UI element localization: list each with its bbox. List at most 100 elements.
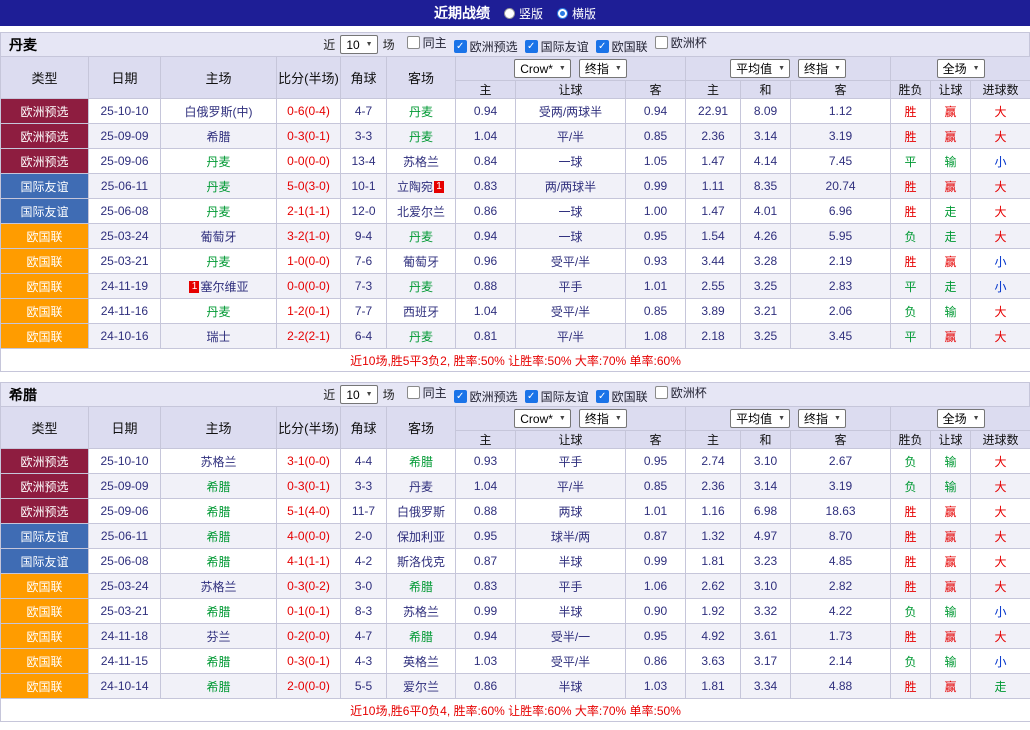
league-badge: 欧洲预选 [0, 498, 89, 524]
radio-selected-icon[interactable] [557, 7, 568, 19]
filter-checkbox-group: 同主 ✓ 欧洲预选 ✓ 国际友谊 ✓ 欧国联 欧洲杯 [400, 34, 707, 56]
match-row: 国际友谊 25-06-11 丹麦 5-0(3-0) 10-1 立陶宛 1 0.83 两/两球半 0… [0, 173, 1030, 199]
col-header-asia-home: 主 [455, 430, 516, 449]
checkbox-icon[interactable]: ✓ [453, 390, 467, 404]
asia-handicap-line: 受平/半 [515, 648, 626, 674]
checkbox-icon[interactable]: ✓ [524, 390, 538, 404]
checkbox-icon[interactable]: ✓ [595, 390, 609, 404]
checkbox-icon[interactable] [654, 385, 668, 399]
result-goals: 小 [970, 598, 1030, 624]
league-badge: 欧洲预选 [0, 123, 89, 149]
corner-score: 3-3 [340, 473, 387, 499]
home-team: 希腊 [160, 648, 277, 674]
checkbox-icon[interactable]: ✓ [595, 40, 609, 54]
games-count-select[interactable]: 10 ▼ [340, 35, 378, 54]
checkbox-icon[interactable]: ✓ [453, 40, 467, 54]
average-odds-select[interactable]: 平均值 ▼ [730, 409, 791, 428]
full-match-select[interactable]: 全场 ▼ [936, 409, 985, 428]
full-match-select[interactable]: 全场 ▼ [936, 59, 985, 78]
euro-draw-odds: 8.35 [740, 173, 792, 199]
euro-draw-odds: 3.14 [740, 123, 792, 149]
score: 0-3(0-1) [276, 648, 341, 674]
filter-checkbox[interactable]: ✓ 欧国联 [595, 388, 648, 405]
filter-checkbox[interactable]: ✓ 欧国联 [595, 38, 648, 55]
score: 0-1(0-1) [276, 598, 341, 624]
summary-row: 近10场,胜6平0负4, 胜率:60% 让胜率:60% 大率:70% 单率:50… [0, 698, 1030, 722]
result-goals: 大 [970, 223, 1030, 249]
col-header-asia-home: 主 [455, 80, 516, 99]
match-date: 24-10-16 [88, 323, 161, 349]
score: 4-0(0-0) [276, 523, 341, 549]
asia-home-odds: 1.04 [455, 298, 516, 324]
asia-final-odds-select[interactable]: 终指 ▼ [578, 59, 627, 78]
result-handicap: 输 [930, 448, 972, 474]
asia-final-odds-select[interactable]: 终指 ▼ [578, 409, 627, 428]
corner-score: 5-5 [340, 673, 387, 699]
filter-checkbox[interactable]: ✓ 欧洲预选 [453, 38, 518, 55]
league-badge: 欧国联 [0, 598, 89, 624]
checkbox-label: 国际友谊 [540, 40, 589, 55]
europe-odds-header: 平均值 ▼ 终指 ▼ [685, 406, 892, 431]
filter-checkbox[interactable]: 同主 [406, 34, 447, 51]
radio-icon[interactable] [503, 7, 515, 19]
corner-score: 3-3 [340, 123, 387, 149]
chevron-down-icon: ▼ [614, 415, 622, 422]
layout-radio-horizontal[interactable]: 横版 [557, 5, 596, 22]
match-row: 欧洲预选 25-09-06 希腊 5-1(4-0) 11-7 白俄罗斯 0.88 两球 1.01… [0, 498, 1030, 524]
chevron-down-icon: ▼ [972, 65, 980, 72]
filter-checkbox[interactable]: 同主 [406, 384, 447, 401]
filter-checkbox[interactable]: ✓ 欧洲预选 [453, 388, 518, 405]
europe-final-odds-select[interactable]: 终指 ▼ [798, 59, 846, 78]
asia-handicap-line: 两/两球半 [515, 173, 626, 199]
col-header-home: 主场 [160, 406, 277, 449]
match-date: 25-06-11 [88, 173, 161, 199]
bookmaker-select[interactable]: Crow* ▼ [514, 409, 571, 428]
match-date: 24-11-19 [88, 273, 161, 299]
euro-draw-odds: 3.28 [740, 248, 792, 274]
col-header-outcome: 胜负 [890, 80, 932, 99]
score: 3-1(0-0) [276, 448, 341, 474]
layout-radio-vertical[interactable]: 竖版 [503, 5, 543, 22]
checkbox-icon[interactable] [406, 35, 420, 49]
chevron-down-icon: ▼ [365, 41, 373, 48]
asia-away-odds: 0.99 [624, 173, 687, 199]
europe-final-odds-select[interactable]: 终指 ▼ [798, 409, 846, 428]
filter-checkbox[interactable]: ✓ 国际友谊 [524, 388, 589, 405]
checkbox-icon[interactable]: ✓ [524, 40, 538, 54]
checkbox-icon[interactable] [406, 385, 420, 399]
filter-checkbox[interactable]: ✓ 国际友谊 [524, 38, 589, 55]
filter-checkbox[interactable]: 欧洲杯 [654, 384, 707, 401]
average-odds-select[interactable]: 平均值 ▼ [730, 59, 791, 78]
result-outcome: 胜 [890, 548, 932, 574]
result-goals: 大 [970, 498, 1030, 524]
euro-home-odds: 2.55 [685, 273, 742, 299]
euro-draw-odds: 3.32 [740, 598, 792, 624]
result-goals: 大 [970, 448, 1030, 474]
result-handicap: 赢 [930, 323, 972, 349]
corner-score: 12-0 [340, 198, 387, 224]
bookmaker-select[interactable]: Crow* ▼ [514, 59, 571, 78]
result-goals: 走 [970, 673, 1030, 699]
home-team: 芬兰 [160, 623, 277, 649]
asia-away-odds: 0.99 [624, 548, 687, 574]
checkbox-icon[interactable] [654, 35, 668, 49]
match-date: 25-09-09 [88, 473, 161, 499]
games-count-select[interactable]: 10 ▼ [340, 385, 378, 404]
asia-handicap-line: 一球 [515, 198, 626, 224]
asia-handicap-line: 球半/两 [515, 523, 626, 549]
asia-handicap-line: 受平/半 [515, 298, 626, 324]
result-handicap: 走 [930, 223, 972, 249]
checkbox-label: 欧洲杯 [670, 385, 707, 400]
result-outcome: 负 [890, 298, 932, 324]
filter-bar: 丹麦 近 10 ▼ 场 同主 ✓ 欧洲预选 ✓ 国际友谊 ✓ 欧国联 欧洲杯 [0, 32, 1030, 56]
euro-draw-odds: 4.26 [740, 223, 792, 249]
result-handicap: 走 [930, 273, 972, 299]
asia-handicap-line: 受两/两球半 [515, 98, 626, 124]
games-unit-label: 场 [382, 38, 395, 52]
match-row: 欧国联 24-11-19 1 塞尔维亚 0-0(0-0) 7-3 丹麦 0.88 平手 1.01 2… [0, 273, 1030, 299]
result-outcome: 负 [890, 448, 932, 474]
chevron-down-icon: ▼ [558, 65, 566, 72]
corner-score: 4-3 [340, 648, 387, 674]
match-row: 国际友谊 25-06-11 希腊 4-0(0-0) 2-0 保加利亚 0.95 球半/两 0.8… [0, 523, 1030, 549]
filter-checkbox[interactable]: 欧洲杯 [654, 34, 707, 51]
